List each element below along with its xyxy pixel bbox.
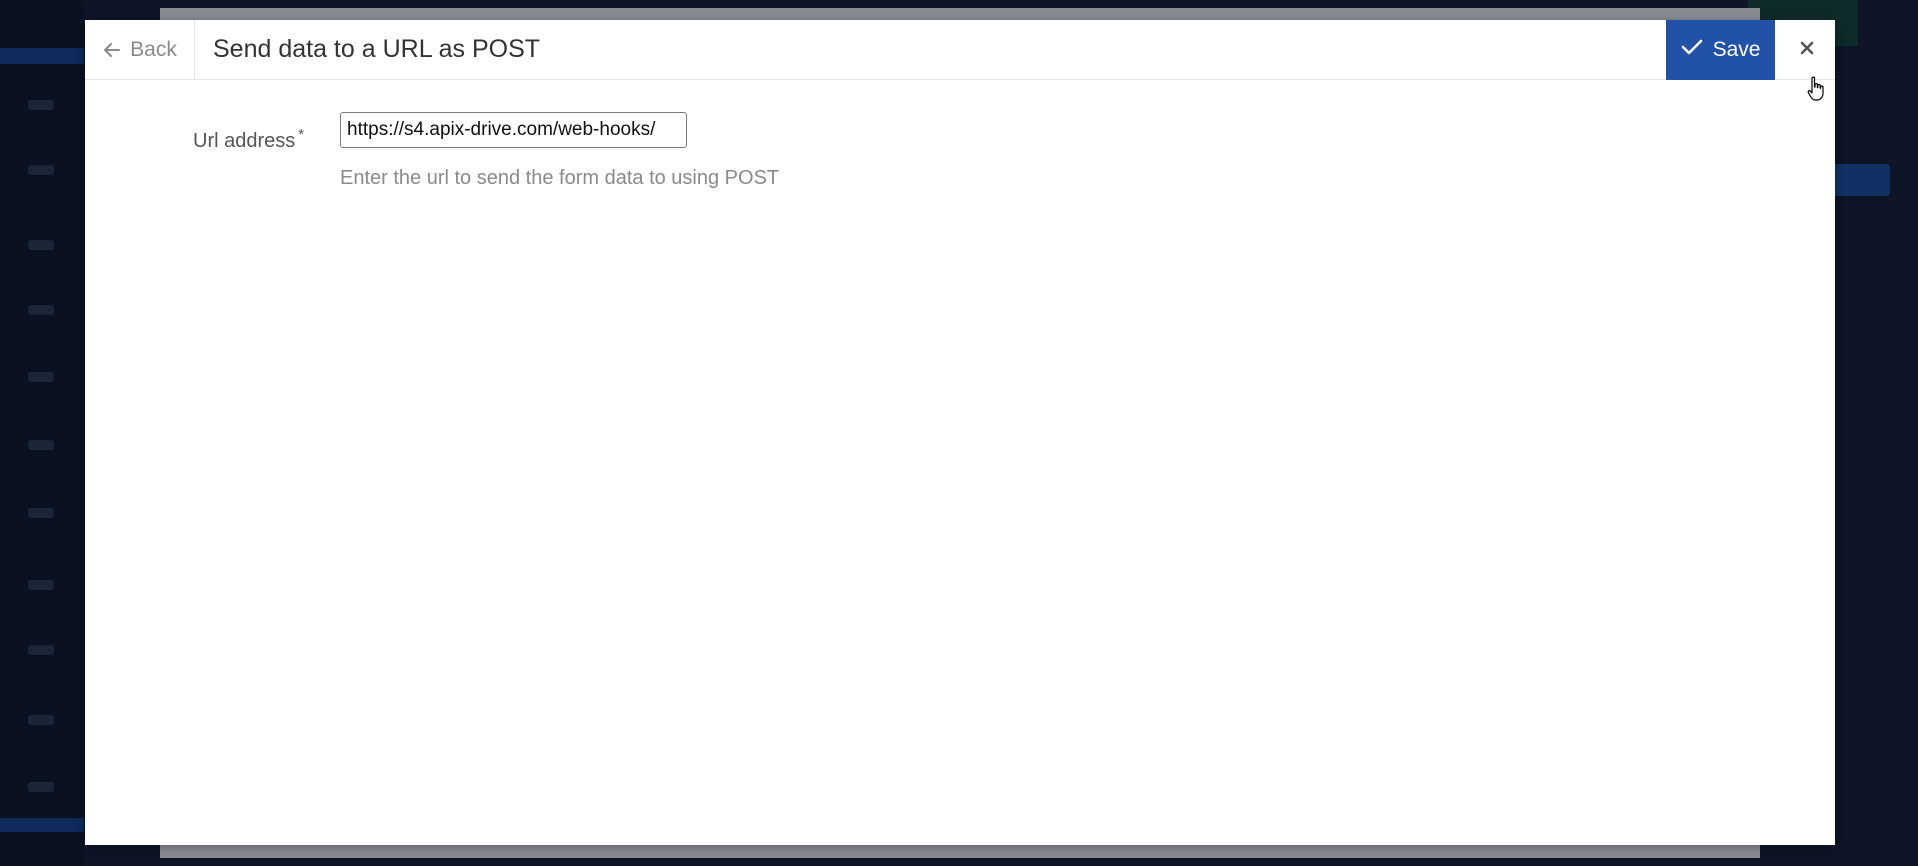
save-button[interactable]: Save xyxy=(1666,20,1775,80)
back-button[interactable]: Back xyxy=(85,20,195,79)
close-icon xyxy=(1800,41,1814,60)
background-sidebar-item xyxy=(28,305,54,315)
background-sidebar xyxy=(0,0,84,866)
hand-pointer-icon xyxy=(1807,76,1825,107)
background-sidebar-item xyxy=(28,715,54,725)
background-sidebar-accent xyxy=(0,48,84,64)
url-address-hint: Enter the url to send the form data to u… xyxy=(340,167,780,189)
background-sidebar-item xyxy=(28,372,54,382)
background-sidebar-accent xyxy=(0,818,84,832)
save-button-label: Save xyxy=(1712,38,1761,61)
modal-title: Send data to a URL as POST xyxy=(213,35,541,63)
required-marker: * xyxy=(298,126,305,143)
background-sidebar-item xyxy=(28,440,54,450)
url-address-label-text: Url address xyxy=(193,130,296,152)
background-sidebar-item xyxy=(28,580,54,590)
background-sidebar-item xyxy=(28,508,54,518)
back-button-label: Back xyxy=(130,37,177,61)
background-sidebar-item xyxy=(28,645,54,655)
check-icon xyxy=(1681,38,1703,62)
background-sidebar-item xyxy=(28,240,54,250)
background-sidebar-item xyxy=(28,100,54,110)
background-sidebar-item xyxy=(28,165,54,175)
url-address-input[interactable] xyxy=(340,112,687,148)
close-button[interactable] xyxy=(1779,20,1835,80)
post-url-modal: Back Send data to a URL as POST Save Url… xyxy=(85,20,1835,845)
arrow-left-icon xyxy=(102,40,122,60)
background-sidebar-item xyxy=(28,782,54,792)
modal-header: Back Send data to a URL as POST Save xyxy=(85,20,1835,101)
